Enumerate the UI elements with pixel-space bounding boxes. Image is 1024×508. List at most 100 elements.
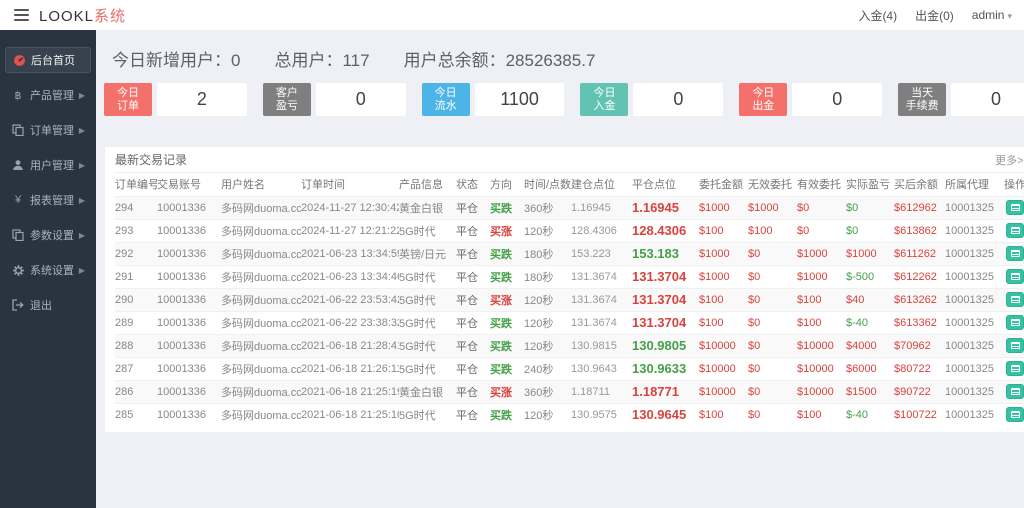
name-cell: 多码网duoma.cc xyxy=(221,333,301,357)
table-row: 294 10001336 多码网duoma.cc 2024-11-27 12:30:4… xyxy=(115,195,1024,219)
direction-cell: 买涨 xyxy=(490,287,524,311)
stat-card-label: 客户 盈亏 xyxy=(262,83,311,116)
summary-stat-value: 0 xyxy=(231,51,241,70)
sidebar-item-系统设置[interactable]: 系统设置 ▶ xyxy=(5,257,91,283)
dashboard-icon xyxy=(12,54,26,67)
name-cell: 多码网duoma.cc xyxy=(221,218,301,242)
agent-cell: 10001325 xyxy=(945,287,1000,311)
agent-cell: 10001325 xyxy=(945,195,1000,219)
col-header-_action: 操作 xyxy=(1004,179,1024,192)
profit-cell: $1500 xyxy=(846,379,894,403)
account-cell: 10001336 xyxy=(157,310,221,334)
stat-card: 今日 订单 2 xyxy=(104,83,247,116)
summary-stat: 总用户：117 xyxy=(274,46,369,71)
chevron-down-icon: ▾ xyxy=(1007,11,1012,21)
row-action-button[interactable] xyxy=(1006,407,1024,423)
order_no-cell: 290 xyxy=(115,287,157,311)
chevron-right-icon: ▶ xyxy=(78,230,85,240)
row-action-button[interactable] xyxy=(1006,338,1024,353)
topnav-入金(4)[interactable]: 入金(4) xyxy=(858,7,897,24)
status-cell: 平仓 xyxy=(456,379,490,403)
stat-card: 今日 出金 0 xyxy=(739,83,883,116)
main-content: 今日新增用户：0 总用户：117 用户总余额：28526385.7 今日 订单 2 客户盈… xyxy=(96,30,1024,508)
sidebar-item-用户管理[interactable]: 用户管理 ▶ xyxy=(5,152,91,178)
row-action-button[interactable] xyxy=(1006,384,1024,399)
_action-cell xyxy=(1000,356,1024,380)
status-cell: 平仓 xyxy=(456,356,490,380)
sidebar-item-退出[interactable]: 退出 xyxy=(5,292,91,318)
sidebar-item-label: 用户管理 xyxy=(30,160,74,172)
close-cell: 1.18771 xyxy=(632,379,699,403)
direction-cell: 买跌 xyxy=(490,402,524,426)
stat-card: 当天 手续费 0 xyxy=(898,83,1024,116)
col-header-time: 订单时间 xyxy=(301,179,345,192)
amount-cell: $1000 xyxy=(699,264,748,288)
row-action-button[interactable] xyxy=(1006,292,1024,307)
topnav-admin[interactable]: admin ▾ xyxy=(972,8,1012,22)
amount-cell: $10000 xyxy=(699,356,748,380)
sidebar-item-产品管理[interactable]: ฿ 产品管理 ▶ xyxy=(5,82,91,108)
open-cell: 153.223 xyxy=(571,241,632,265)
valid-cell: $10000 xyxy=(797,356,846,380)
menu-toggle-icon[interactable] xyxy=(14,9,29,21)
profit-cell: $1000 xyxy=(846,241,894,265)
agent-cell: 10001325 xyxy=(945,241,1000,265)
row-action-button[interactable] xyxy=(1006,200,1024,215)
close-cell: 128.4306 xyxy=(632,218,699,242)
col-header-duration: 时间/点数 xyxy=(524,179,571,192)
detail-icon xyxy=(1010,411,1020,419)
amount-cell: $1000 xyxy=(699,195,748,219)
balance-cell: $90722 xyxy=(894,379,945,403)
status-cell: 平仓 xyxy=(456,333,490,357)
invalid-cell: $100 xyxy=(748,218,797,242)
detail-icon xyxy=(1010,388,1020,395)
col-header-close: 平仓点位 xyxy=(632,179,676,192)
top-nav: 入金(4) 出金(0) admin ▾ xyxy=(858,7,1012,24)
stat-card: 客户 盈亏 0 xyxy=(262,83,406,116)
close-cell: 130.9645 xyxy=(632,402,699,426)
sidebar-item-报表管理[interactable]: ¥ 报表管理 ▶ xyxy=(5,187,91,213)
open-cell: 131.3674 xyxy=(571,264,632,288)
row-action-button[interactable] xyxy=(1006,315,1024,330)
balance-cell: $613362 xyxy=(894,310,945,334)
close-cell: 1.16945 xyxy=(632,195,699,219)
row-action-button[interactable] xyxy=(1006,246,1024,261)
account-cell: 10001336 xyxy=(157,264,221,288)
product-cell: 5G时代 xyxy=(399,287,456,311)
order_no-cell: 288 xyxy=(115,333,157,357)
sidebar-item-后台首页[interactable]: 后台首页 xyxy=(5,47,91,73)
_action-cell xyxy=(1000,195,1024,219)
detail-icon xyxy=(1010,227,1020,234)
sidebar-item-参数设置[interactable]: 参数设置 ▶ xyxy=(5,222,91,248)
time-cell: 2021-06-18 21:28:41 xyxy=(301,333,399,357)
row-action-button[interactable] xyxy=(1006,223,1024,238)
amount-cell: $100 xyxy=(699,310,748,334)
balance-cell: $612962 xyxy=(894,195,945,219)
stat-card-value: 0 xyxy=(633,83,724,116)
name-cell: 多码网duoma.cc xyxy=(221,287,301,311)
duration-cell: 120秒 xyxy=(524,333,571,357)
name-cell: 多码网duoma.cc xyxy=(221,379,301,403)
chevron-right-icon: ▶ xyxy=(78,125,85,135)
sidebar-item-订单管理[interactable]: 订单管理 ▶ xyxy=(5,117,91,143)
valid-cell: $10000 xyxy=(797,379,846,403)
stat-card-label: 今日 出金 xyxy=(739,83,788,116)
sidebar-item-label: 参数设置 xyxy=(30,230,74,242)
row-action-button[interactable] xyxy=(1006,361,1024,376)
more-link[interactable]: 更多>> xyxy=(995,152,1024,168)
balance-cell: $100722 xyxy=(894,402,945,426)
account-cell: 10001336 xyxy=(157,195,221,219)
direction-cell: 买跌 xyxy=(490,356,524,380)
valid-cell: $100 xyxy=(797,402,846,426)
valid-cell: $1000 xyxy=(797,264,846,288)
trades-table: 订单编号 交易账号 用户姓名 订单时间 产品信息 状态 方向 时间/点数 建仓点位 平仓点位 委托金… xyxy=(115,173,1024,426)
row-action-button[interactable] xyxy=(1006,269,1024,284)
time-cell: 2021-06-22 23:53:42 xyxy=(301,287,399,311)
_action-cell xyxy=(1000,379,1024,403)
col-header-name: 用户姓名 xyxy=(221,179,265,192)
sidebar-menu: 后台首页 ฿ 产品管理 ▶ 订单管理 ▶ 用户管理 ▶ ¥ 报表管理 ▶ 参数设置 ▶ 系统设置 ▶ 退出 xyxy=(0,47,96,318)
close-cell: 153.183 xyxy=(632,241,699,265)
brand-accent: 系统 xyxy=(94,7,127,25)
topnav-出金(0)[interactable]: 出金(0) xyxy=(915,7,954,24)
sidebar-item-label: 报表管理 xyxy=(30,195,74,207)
